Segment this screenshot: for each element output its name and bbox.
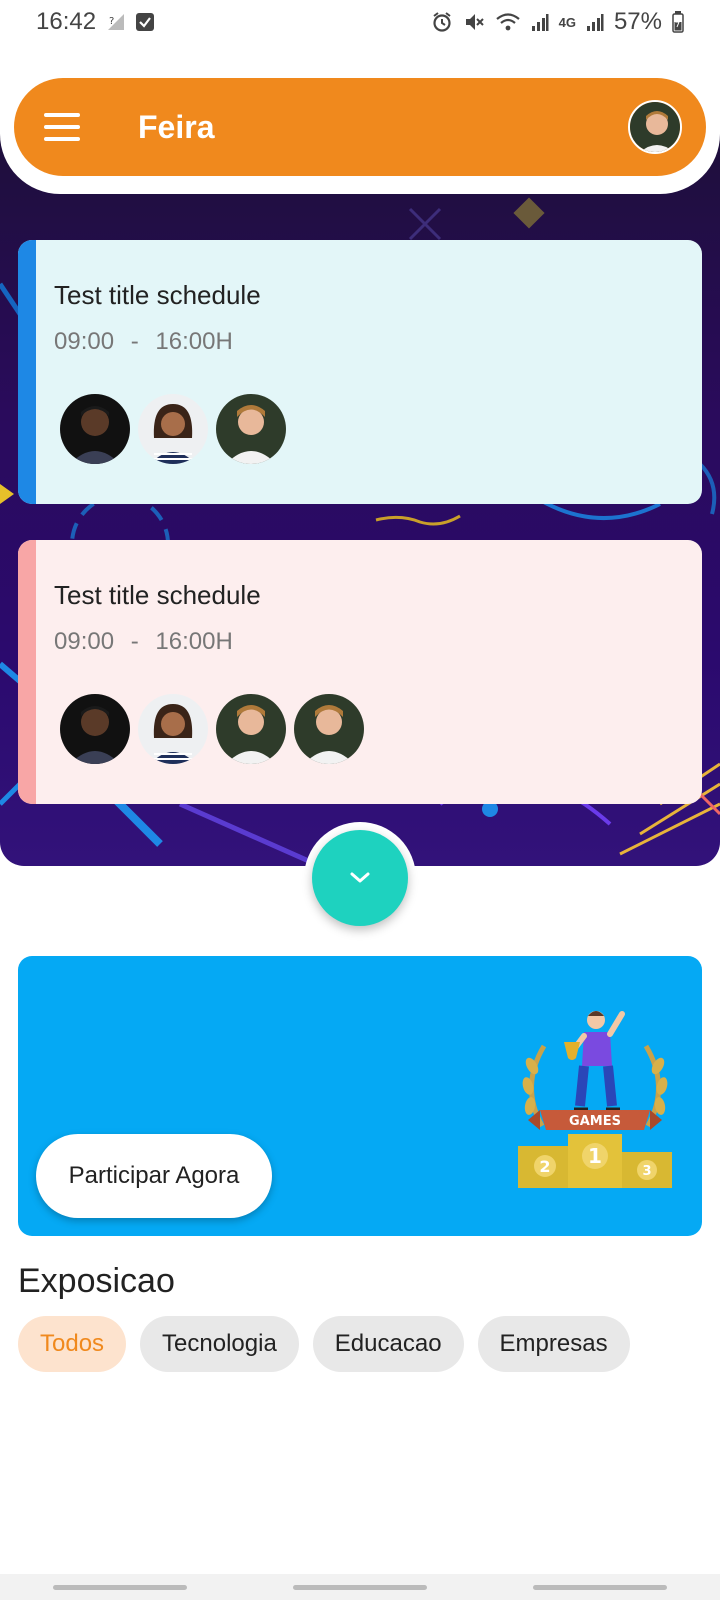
chip-educacao[interactable]: Educacao (312, 1316, 464, 1372)
schedule-start: 09:00 (54, 328, 115, 355)
svg-text:?: ? (109, 16, 114, 27)
nav-home-handle[interactable] (293, 1584, 427, 1590)
battery-percentage: 57% (613, 8, 662, 35)
chip-tecnologia[interactable]: Tecnologia (140, 1316, 299, 1372)
schedule-title: Test title schedule (54, 580, 261, 610)
participate-now-button[interactable]: Participar Agora (36, 1134, 272, 1218)
section-title: Exposicao (18, 1262, 175, 1300)
wifi-icon (495, 11, 521, 33)
podium-second: 2 (539, 1157, 550, 1176)
chip-todos[interactable]: Todos (18, 1316, 127, 1372)
participant-avatar[interactable] (60, 394, 130, 464)
podium-first: 1 (588, 1144, 602, 1168)
network-type: 4G (558, 14, 576, 30)
podium-third: 3 (642, 1164, 651, 1179)
games-label: GAMES (569, 1114, 621, 1129)
participant-avatar[interactable] (216, 394, 286, 464)
schedule-end: 16:00H (155, 328, 233, 355)
no-signal-icon: ? (106, 12, 126, 32)
status-left: 16:42 ? (36, 8, 155, 36)
schedule-card[interactable]: Test title schedule 09:00 - 16:00H (18, 240, 702, 504)
schedule-title: Test title schedule (54, 280, 261, 310)
status-right: 4G 57% (431, 8, 684, 36)
menu-line (44, 125, 80, 129)
battery-icon (672, 11, 684, 33)
alarm-icon (431, 11, 453, 33)
participant-avatar[interactable] (294, 694, 364, 764)
promo-banner[interactable]: Participar Agora GAMES 1 2 3 (18, 956, 702, 1236)
participant-avatar[interactable] (138, 394, 208, 464)
expand-button[interactable] (312, 830, 408, 926)
schedule-time: 09:00 - 16:00H (54, 328, 233, 356)
time-separator: - (130, 628, 139, 655)
participant-avatar[interactable] (138, 694, 208, 764)
hamburger-menu-icon[interactable] (44, 113, 80, 141)
chip-empresas[interactable]: Empresas (477, 1316, 630, 1372)
menu-line (44, 113, 80, 117)
participant-avatars (60, 394, 286, 464)
app-bar: Feira (14, 78, 706, 176)
status-bar: 16:42 ? 4G 57% (0, 0, 720, 44)
category-chips: Todos Tecnologia Educacao Empresas (18, 1316, 630, 1372)
user-avatar[interactable] (628, 100, 682, 154)
signal-icon (531, 12, 549, 32)
card-stripe (18, 540, 36, 804)
app-title: Feira (138, 108, 215, 145)
schedule-card[interactable]: Test title schedule 09:00 - 16:00H (18, 540, 702, 804)
status-time: 16:42 (36, 8, 97, 35)
menu-line (44, 137, 80, 141)
time-separator: - (130, 328, 139, 355)
participant-avatar[interactable] (60, 694, 130, 764)
schedule-end: 16:00H (155, 628, 233, 655)
signal-icon-2 (586, 12, 604, 32)
card-stripe (18, 240, 36, 504)
nav-recents-handle[interactable] (53, 1584, 187, 1590)
nav-back-handle[interactable] (533, 1584, 667, 1590)
mute-icon (463, 11, 485, 33)
system-nav-bar (0, 1574, 720, 1600)
chevron-down-icon (350, 872, 370, 883)
checkbox-icon (136, 13, 155, 31)
games-trophy-illustration: GAMES 1 2 3 (518, 1011, 672, 1188)
participant-avatar[interactable] (216, 694, 286, 764)
participant-avatars (60, 694, 364, 764)
schedule-start: 09:00 (54, 628, 115, 655)
schedule-time: 09:00 - 16:00H (54, 628, 233, 656)
